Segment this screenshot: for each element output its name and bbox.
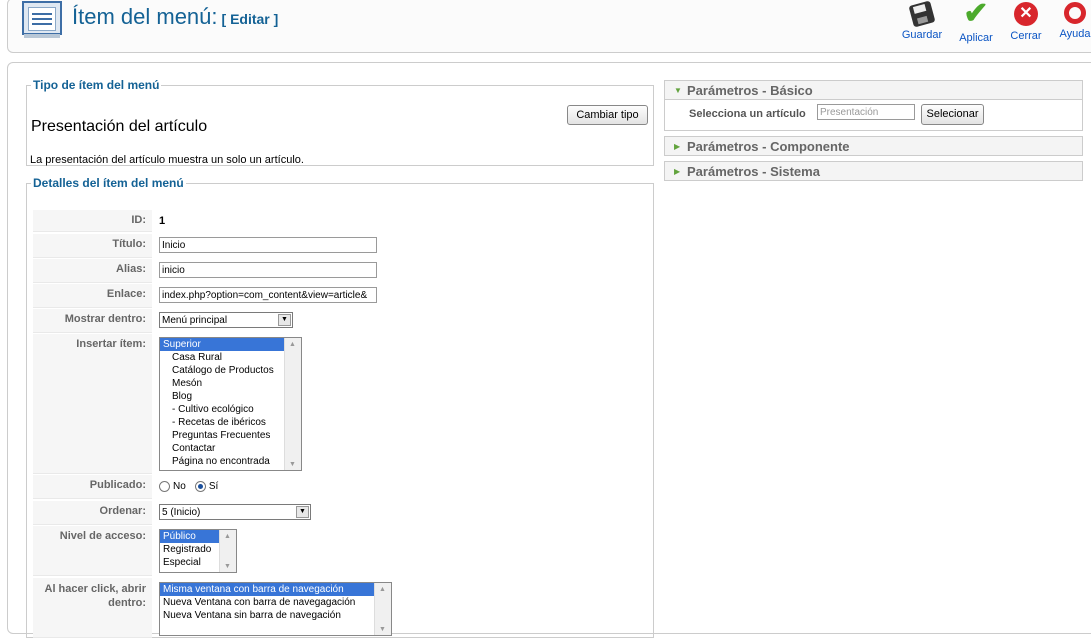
close-label: Cerrar: [1010, 30, 1042, 42]
params-system-title: Parámetros - Sistema: [687, 164, 820, 179]
scrollbar[interactable]: ▲ ▼: [219, 530, 236, 572]
access-label: Nivel de acceso:: [33, 526, 152, 576]
help-label: Ayuda: [1059, 28, 1091, 40]
published-no-radio[interactable]: [159, 480, 170, 492]
parent-label: Insertar ítem:: [33, 334, 152, 474]
params-component-title: Parámetros - Componente: [687, 139, 850, 154]
parent-row: Insertar ítem: ▲ ▼ Superior Casa Rural Catá…: [33, 334, 646, 474]
scrollbar[interactable]: ▲ ▼: [374, 583, 391, 635]
browser-nav-listbox[interactable]: ▲ ▼ Misma ventana con barra de navegación…: [159, 582, 392, 636]
menu-row: Mostrar dentro: Menú principal ▼: [33, 309, 646, 333]
menu-select[interactable]: Menú principal ▼: [159, 312, 293, 328]
alias-label: Alias:: [33, 259, 152, 283]
published-no-label: No: [173, 480, 186, 492]
triangle-right-icon: ▶: [674, 167, 681, 176]
article-label: Selecciona un artículo: [689, 108, 806, 120]
title-input[interactable]: Inicio: [159, 237, 377, 253]
list-option[interactable]: Blog: [160, 390, 301, 403]
lifebuoy-icon: [1064, 2, 1086, 24]
order-select[interactable]: 5 (Inicio) ▼: [159, 504, 311, 520]
list-option[interactable]: Nueva Ventana con barra de navegagación: [160, 596, 391, 609]
triangle-right-icon: ▶: [674, 142, 681, 151]
browser-nav-label: Al hacer click, abrir dentro:: [33, 578, 152, 638]
link-input[interactable]: index.php?option=com_content&view=articl…: [159, 287, 377, 303]
params-basic-body: Selecciona un artículo Presentación Sele…: [664, 100, 1083, 131]
scrollbar[interactable]: ▲ ▼: [284, 338, 301, 470]
list-option[interactable]: - Cultivo ecológico: [160, 403, 301, 416]
list-option[interactable]: Página no encontrada: [160, 455, 301, 468]
id-label: ID:: [33, 210, 152, 232]
access-listbox[interactable]: ▲ ▼ Público Registrado Especial: [159, 529, 237, 573]
list-option[interactable]: Mesón: [160, 377, 301, 390]
list-option[interactable]: Casa Rural: [160, 351, 301, 364]
access-row: Nivel de acceso: ▲ ▼ Público Registrado Esp…: [33, 526, 646, 576]
save-button[interactable]: Guardar: [897, 0, 947, 46]
details-fieldset: Detalles del ítem del menú ID: 1 Título:…: [26, 176, 654, 638]
list-option[interactable]: Contactar: [160, 442, 301, 455]
order-row: Ordenar: 5 (Inicio) ▼: [33, 501, 646, 525]
menu-select-value: Menú principal: [162, 315, 228, 326]
chevron-down-icon: ▼: [278, 314, 291, 326]
list-option[interactable]: - Recetas de ibéricos: [160, 416, 301, 429]
id-value: 1: [159, 215, 166, 227]
alias-input[interactable]: inicio: [159, 262, 377, 278]
list-option[interactable]: Nueva Ventana sin barra de navegación: [160, 609, 391, 622]
close-icon: ✕: [1014, 2, 1038, 26]
select-article-button[interactable]: Selecionar: [921, 104, 984, 125]
params-system-header[interactable]: ▶ Parámetros - Sistema: [664, 161, 1083, 181]
menu-type-description: La presentación del artículo muestra un …: [30, 154, 304, 166]
published-yes-label: Sí: [208, 480, 219, 492]
published-row: Publicado: No Sí: [33, 475, 646, 499]
menu-item-icon: [22, 1, 62, 38]
link-row: Enlace: index.php?option=com_content&vie…: [33, 284, 646, 308]
help-button[interactable]: Ayuda: [1050, 0, 1091, 46]
list-option[interactable]: Superior: [160, 338, 284, 351]
list-option[interactable]: Misma ventana con barra de navegación: [160, 583, 374, 596]
params-component-header[interactable]: ▶ Parámetros - Componente: [664, 136, 1083, 156]
triangle-down-icon: ▼: [674, 86, 682, 95]
menu-label: Mostrar dentro:: [33, 309, 152, 333]
apply-button[interactable]: ✔ Aplicar: [951, 0, 1001, 46]
browser-nav-row: Al hacer click, abrir dentro: ▲ ▼ Misma v…: [33, 578, 646, 638]
order-label: Ordenar:: [33, 501, 152, 525]
change-type-button[interactable]: Cambiar tipo: [567, 105, 648, 125]
parent-listbox[interactable]: ▲ ▼ Superior Casa Rural Catálogo de Product…: [159, 337, 302, 471]
menu-type-fieldset: Tipo de ítem del menú Presentación del a…: [26, 78, 654, 166]
page-title-text: Ítem del menú:: [72, 4, 218, 29]
floppy-disk-icon: [908, 0, 936, 28]
menu-type-name: Presentación del artículo: [31, 118, 208, 135]
published-label: Publicado:: [33, 475, 152, 499]
checkmark-icon: ✔: [963, 0, 989, 30]
article-input[interactable]: Presentación: [817, 104, 915, 120]
chevron-down-icon: ▼: [296, 506, 309, 518]
details-legend: Detalles del ítem del menú: [33, 176, 184, 190]
params-basic-title: Parámetros - Básico: [687, 83, 813, 98]
link-label: Enlace:: [33, 284, 152, 308]
apply-label: Aplicar: [959, 32, 993, 44]
save-label: Guardar: [901, 29, 943, 41]
order-select-value: 5 (Inicio): [162, 507, 201, 518]
title-row: Título: Inicio: [33, 234, 646, 258]
menu-type-legend: Tipo de ítem del menú: [33, 78, 160, 92]
list-option[interactable]: Preguntas Frecuentes: [160, 429, 301, 442]
alias-row: Alias: inicio: [33, 259, 646, 283]
list-option[interactable]: Público: [160, 530, 219, 543]
list-option[interactable]: Catálogo de Productos: [160, 364, 301, 377]
page-title: Ítem del menú:[ Editar ]: [72, 4, 278, 30]
page-subtitle: [ Editar ]: [221, 11, 279, 27]
params-basic-header[interactable]: ▼ Parámetros - Básico: [664, 80, 1083, 100]
close-button[interactable]: ✕ Cerrar: [1001, 0, 1051, 46]
id-row: ID: 1: [33, 210, 646, 232]
published-yes-radio[interactable]: [194, 480, 206, 492]
title-label: Título:: [33, 234, 152, 258]
